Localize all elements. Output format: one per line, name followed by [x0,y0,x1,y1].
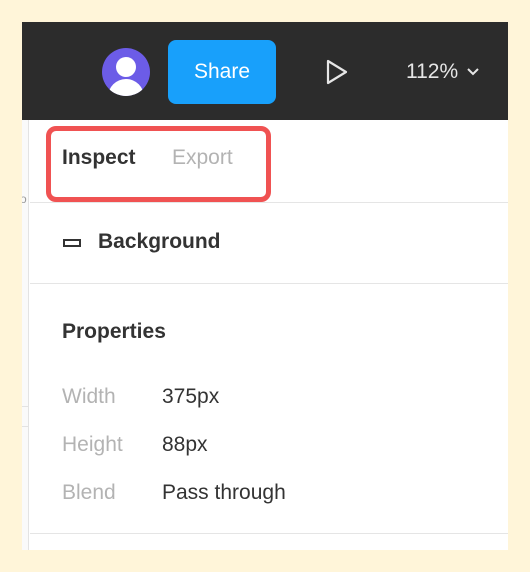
canvas-edge-line [22,406,29,407]
divider [30,533,508,534]
canvas-edge: o [22,120,29,550]
width-label: Width [62,385,116,408]
zoom-dropdown[interactable]: 112% [406,58,480,86]
user-avatar-icon[interactable] [102,48,150,96]
canvas-edge-mark: o [22,192,27,206]
avatar-body [108,79,144,96]
height-label: Height [62,433,123,456]
share-button[interactable]: Share [168,40,276,104]
play-icon[interactable] [322,58,350,86]
avatar-head [116,57,136,77]
divider [30,283,508,284]
top-toolbar: Share 112% [22,22,508,120]
frame-icon [63,239,81,247]
height-value: 88px [162,433,208,456]
properties-title: Properties [62,320,166,343]
blend-label: Blend [62,481,116,504]
canvas-edge-line [22,426,29,427]
figma-window: Share 112% o Inspect Export Background P… [22,22,508,550]
tab-highlight-box [46,126,271,202]
zoom-level: 112% [406,60,459,83]
chevron-down-icon [467,68,479,76]
width-value: 375px [162,385,220,408]
layer-name: Background [98,230,221,253]
blend-value: Pass through [162,481,286,504]
layer-row[interactable]: Background [30,202,508,284]
